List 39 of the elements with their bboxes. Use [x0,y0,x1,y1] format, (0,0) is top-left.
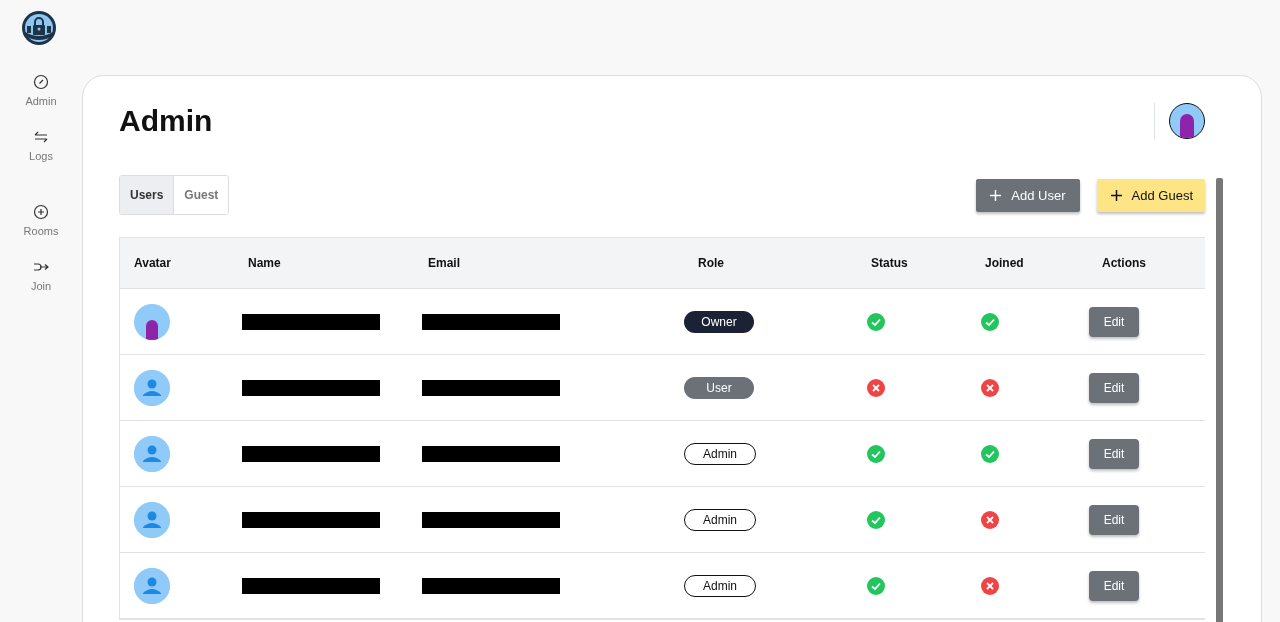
edit-button[interactable]: Edit [1089,570,1139,601]
column-header: Role [697,256,725,270]
nav-item[interactable]: Logs [29,129,53,162]
gauge-icon [33,74,49,90]
edit-button[interactable]: Edit [1089,306,1139,337]
scrollbar[interactable] [1216,178,1223,622]
tab[interactable]: Users [120,176,174,214]
role-badge: User [684,376,754,399]
add-button[interactable]: Add Guest [1096,178,1205,212]
role-badge: Owner [684,310,754,333]
role-badge: Admin [684,574,756,597]
column-header: Email [427,256,461,270]
plus-icon [1110,189,1122,201]
user-avatar-icon [134,567,170,604]
nav-item[interactable]: Admin [25,74,57,107]
role-badge: Admin [684,442,756,465]
page-title: Admin [119,104,214,138]
column-header: Status [870,256,909,270]
role-badge: Admin [684,508,756,531]
nav-item[interactable]: Rooms [23,204,59,237]
nav-item[interactable]: Join [30,259,52,292]
edit-button[interactable]: Edit [1089,372,1139,403]
column-header: Joined [984,256,1025,270]
column-header: Name [247,256,282,270]
avatar-picture [134,303,170,340]
user-avatar-icon [134,501,170,538]
lock-logo[interactable] [21,10,57,46]
column-header: Actions [1101,256,1147,270]
column-header: Avatar [133,256,172,270]
swap-arrows-icon [33,129,49,145]
tab[interactable]: Guest [173,176,229,214]
edit-button[interactable]: Edit [1089,438,1139,469]
plus-circle-icon [33,204,49,220]
edit-button[interactable]: Edit [1089,504,1139,535]
user-avatar-icon [134,369,170,406]
plus-icon [990,189,1002,201]
avatar-icon[interactable] [1169,103,1205,139]
add-button[interactable]: Add User [976,178,1080,212]
user-avatar-icon [134,435,170,472]
